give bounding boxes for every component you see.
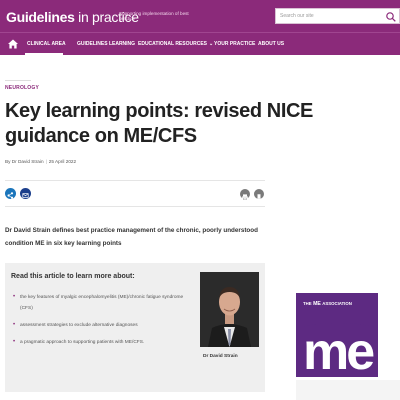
ad-heading: THE ME ASSOCIATION [303, 301, 352, 307]
site-tagline: Supporting implementation of best practi… [119, 11, 189, 22]
article-date: 25 April 2022 [48, 159, 77, 164]
sidebar-bottom-panel [296, 380, 400, 400]
share-icon[interactable] [5, 188, 16, 199]
me-association-ad[interactable]: THE ME ASSOCIATION me [296, 293, 378, 381]
nav-item-clinical-area[interactable]: CLINICAL AREA [27, 41, 66, 47]
article-byline: By Dr David Strain | 25 April 2022 [5, 159, 76, 164]
category-divider [5, 80, 31, 81]
byline-separator: | [45, 159, 47, 164]
share-bar-top-border [5, 180, 265, 181]
list-item: assessment strategies to exclude alterna… [11, 320, 191, 331]
nav-item-your-practice[interactable]: YOUR PRACTICE [214, 41, 255, 47]
article-category[interactable]: NEUROLOGY [5, 85, 39, 91]
search-input[interactable] [276, 9, 386, 23]
nav-active-indicator [25, 53, 63, 55]
me-logo-text: me [303, 323, 374, 372]
home-icon[interactable] [6, 37, 20, 51]
main-nav: CLINICAL AREA GUIDELINES LEARNING EDUCAT… [0, 32, 400, 55]
list-item: a pragmatic approach to supporting patie… [11, 337, 191, 348]
nav-item-educational-resources[interactable]: EDUCATIONAL RESOURCES ⌄ [138, 41, 213, 47]
me-logo-mark: me [301, 317, 377, 381]
learning-box: Read this article to learn more about: t… [5, 263, 265, 392]
article-lead: Dr David Strain defines best practice ma… [5, 227, 258, 247]
article-title: Key learning points: revised NICE guidan… [5, 100, 313, 147]
nav-item-guidelines-learning[interactable]: GUIDELINES LEARNING [77, 41, 135, 47]
list-item: the key features of myalgic encephalomye… [11, 292, 191, 314]
search-box [275, 8, 400, 24]
author-photo [200, 272, 259, 347]
bookmark-icon[interactable] [254, 189, 264, 200]
author-caption: Dr David Strain [203, 354, 238, 359]
learning-box-title: Read this article to learn more about: [11, 273, 135, 280]
share-bar-bottom-border [5, 206, 265, 207]
search-icon[interactable] [385, 10, 397, 22]
chevron-down-icon: ⌄ [209, 41, 214, 47]
nav-item-about-us[interactable]: ABOUT US [258, 41, 284, 47]
print-icon[interactable] [240, 189, 250, 200]
ad-heading-post: ASSOCIATION [322, 301, 352, 306]
logo-main: Guidelines [6, 9, 75, 25]
ad-heading-me: ME [313, 301, 321, 307]
ad-heading-pre: THE [303, 301, 312, 306]
learning-list: the key features of myalgic encephalomye… [11, 292, 191, 354]
article-author: By Dr David Strain [5, 159, 44, 164]
top-header: Guidelines in practice Supporting implem… [0, 0, 400, 32]
nav-item-educational-resources-label: EDUCATIONAL RESOURCES [138, 41, 207, 47]
email-icon[interactable] [20, 188, 31, 199]
